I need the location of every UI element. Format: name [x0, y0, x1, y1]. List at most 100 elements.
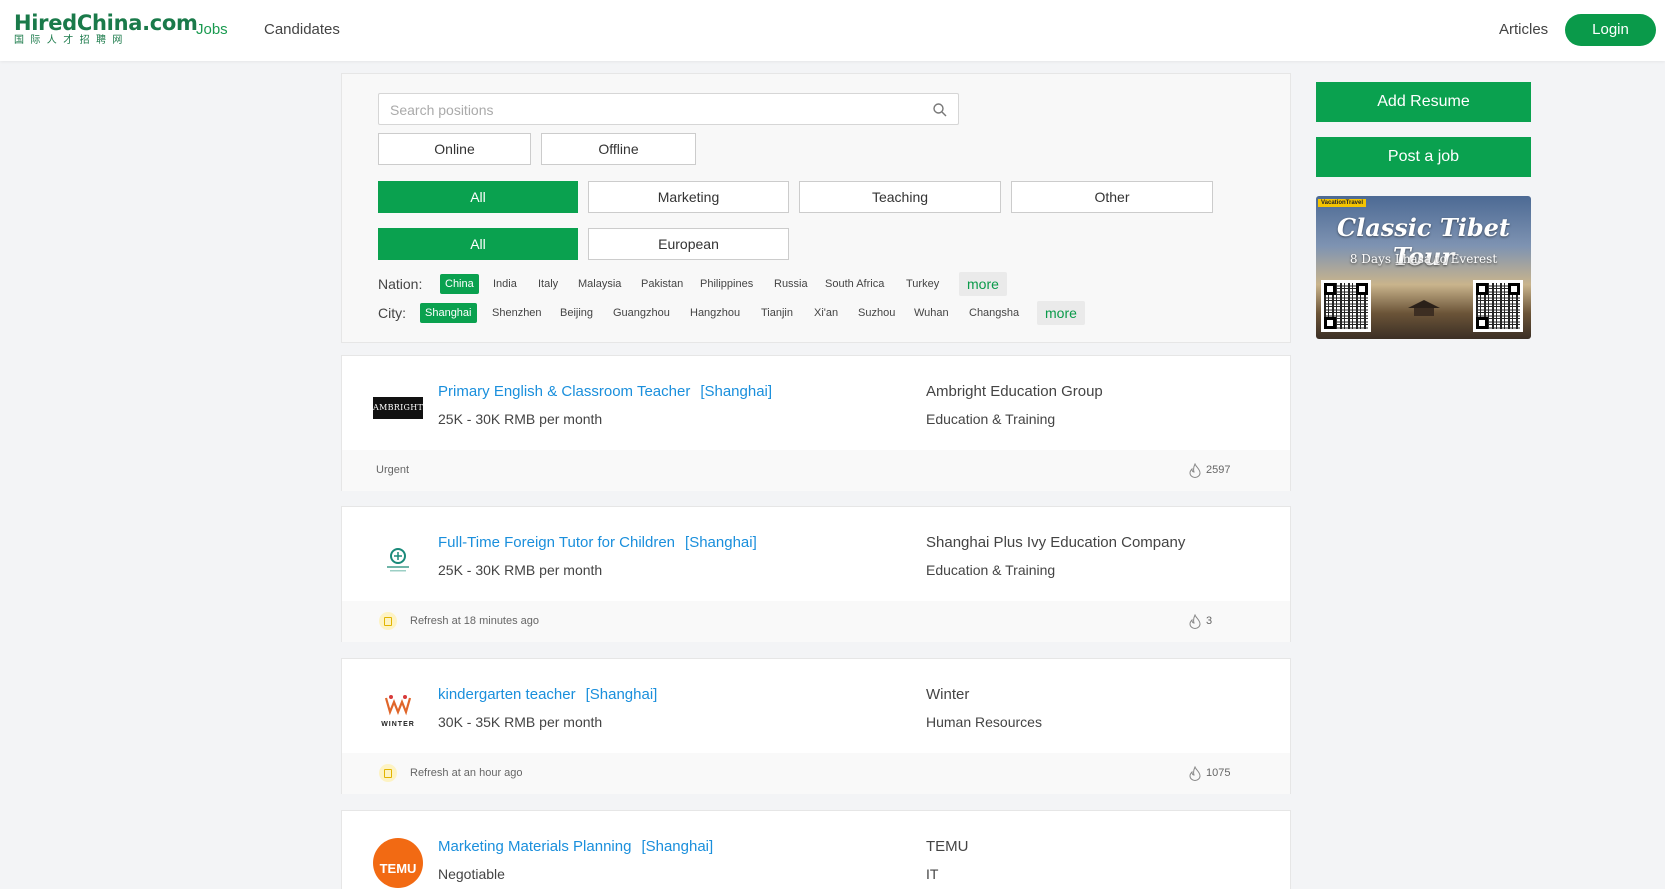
job-title[interactable]: Primary English & Classroom Teacher — [438, 383, 690, 400]
refresh-time: Refresh at an hour ago — [410, 767, 523, 779]
qr-code-icon — [1473, 280, 1523, 332]
flame-icon — [1189, 766, 1201, 781]
flame-icon — [1189, 614, 1201, 629]
city-tag[interactable]: Tianjin — [761, 303, 793, 323]
job-salary: 30K - 35K RMB per month — [438, 714, 603, 730]
add-resume-button[interactable]: Add Resume — [1316, 82, 1531, 122]
nation-tag[interactable]: South Africa — [825, 274, 884, 294]
view-count: 2597 — [1206, 464, 1231, 476]
job-title-link[interactable]: Full-Time Foreign Tutor for Children [Sha… — [438, 534, 757, 551]
city-tag[interactable]: Shanghai — [420, 303, 477, 323]
job-city[interactable]: [Shanghai] — [685, 534, 757, 551]
category-all[interactable]: All — [378, 181, 578, 213]
job-salary: 25K - 30K RMB per month — [438, 562, 603, 578]
plus-ivy-logo-icon — [387, 548, 409, 572]
company-name[interactable]: Ambright Education Group — [926, 383, 1103, 400]
nation-tag[interactable]: Russia — [774, 274, 808, 294]
category-teaching[interactable]: Teaching — [799, 181, 1001, 213]
job-city[interactable]: [Shanghai] — [586, 686, 658, 703]
nav-candidates[interactable]: Candidates — [264, 21, 340, 38]
job-title[interactable]: kindergarten teacher — [438, 686, 576, 703]
company-logo: TEMU — [373, 838, 423, 888]
nav-articles[interactable]: Articles — [1499, 21, 1548, 38]
company-logo — [373, 534, 423, 584]
city-tag[interactable]: Guangzhou — [613, 303, 670, 323]
city-tag[interactable]: Suzhou — [858, 303, 895, 323]
company-industry: Education & Training — [926, 411, 1056, 427]
nation-tag[interactable]: India — [493, 274, 517, 294]
nation-tag[interactable]: Italy — [538, 274, 558, 294]
ad-badge: VacationTravel — [1318, 199, 1367, 207]
job-card[interactable]: WINTER kindergarten teacher [Shanghai] 30… — [341, 658, 1291, 794]
nav-jobs[interactable]: Jobs — [196, 21, 228, 38]
ambright-logo-text: AMBRIGHT — [373, 397, 423, 419]
card-footer: Refresh at 18 minutes ago 3 — [342, 601, 1290, 642]
nation-tag[interactable]: China — [440, 274, 479, 294]
job-title[interactable]: Full-Time Foreign Tutor for Children — [438, 534, 675, 551]
company-industry: Human Resources — [926, 714, 1042, 730]
nation-tag[interactable]: Turkey — [906, 274, 939, 294]
ad-subtitle: 8 Days Lhasa to Everest — [1349, 252, 1498, 266]
filter-panel: Search positions Online Offline All Mark… — [341, 73, 1291, 343]
job-city[interactable]: [Shanghai] — [641, 838, 713, 855]
filter-online[interactable]: Online — [378, 133, 531, 165]
job-card[interactable]: Full-Time Foreign Tutor for Children [Sha… — [341, 506, 1291, 642]
nation-tag[interactable]: Malaysia — [578, 274, 621, 294]
job-salary: 25K - 30K RMB per month — [438, 411, 603, 427]
temple-illustration — [1408, 300, 1440, 316]
search-input[interactable]: Search positions — [378, 93, 959, 125]
flame-icon — [1189, 463, 1201, 478]
city-tag[interactable]: Changsha — [969, 303, 1019, 323]
winter-logo-icon — [384, 695, 412, 716]
city-tag[interactable]: Beijing — [560, 303, 593, 323]
temu-logo-text: TEMU — [373, 838, 423, 888]
nation-tag[interactable]: Philippines — [700, 274, 753, 294]
qr-code-icon — [1321, 280, 1371, 332]
city-tag[interactable]: Wuhan — [914, 303, 949, 323]
company-logo: WINTER — [373, 686, 423, 736]
nation-tag[interactable]: Pakistan — [641, 274, 683, 294]
category-marketing[interactable]: Marketing — [588, 181, 789, 213]
category-other[interactable]: Other — [1011, 181, 1213, 213]
company-industry: IT — [926, 866, 939, 882]
job-card[interactable]: TEMU Marketing Materials Planning [Shangh… — [341, 810, 1291, 889]
winter-logo-text: WINTER — [381, 721, 415, 728]
company-industry: Education & Training — [926, 562, 1056, 578]
tibet-tour-ad[interactable]: VacationTravel Classic Tibet Tour 8 Days… — [1316, 196, 1531, 339]
card-footer: Urgent 2597 — [342, 450, 1290, 491]
nation-label: Nation: — [378, 276, 423, 292]
city-tag[interactable]: Hangzhou — [690, 303, 740, 323]
card-footer: Refresh at an hour ago 1075 — [342, 753, 1290, 794]
nation-more-button[interactable]: more — [959, 272, 1007, 296]
job-title-link[interactable]: Primary English & Classroom Teacher [Shan… — [438, 383, 772, 400]
city-more-button[interactable]: more — [1037, 301, 1085, 325]
search-placeholder: Search positions — [390, 102, 494, 118]
region-all[interactable]: All — [378, 228, 578, 260]
view-count: 3 — [1206, 615, 1213, 627]
logo-text: HiredChina.com — [14, 11, 198, 35]
company-logo: AMBRIGHT — [373, 383, 423, 433]
refresh-icon — [379, 612, 397, 630]
refresh-icon — [379, 764, 397, 782]
login-button[interactable]: Login — [1565, 14, 1656, 46]
filter-offline[interactable]: Offline — [541, 133, 696, 165]
urgent-label: Urgent — [376, 464, 410, 476]
city-tag[interactable]: Xi'an — [814, 303, 838, 323]
region-european[interactable]: European — [588, 228, 789, 260]
company-name[interactable]: TEMU — [926, 838, 969, 855]
refresh-time: Refresh at 18 minutes ago — [410, 615, 540, 627]
city-tag[interactable]: Shenzhen — [492, 303, 542, 323]
city-label: City: — [378, 305, 406, 321]
site-logo[interactable]: HiredChina.com 国际人才招聘网 — [14, 12, 198, 47]
job-title-link[interactable]: Marketing Materials Planning [Shanghai] — [438, 838, 713, 855]
top-header: HiredChina.com 国际人才招聘网 Jobs Candidates A… — [0, 0, 1665, 61]
job-card[interactable]: AMBRIGHT Primary English & Classroom Tea… — [341, 355, 1291, 491]
job-title[interactable]: Marketing Materials Planning — [438, 838, 631, 855]
company-name[interactable]: Winter — [926, 686, 969, 703]
job-city[interactable]: [Shanghai] — [700, 383, 772, 400]
search-icon[interactable] — [932, 102, 948, 118]
job-title-link[interactable]: kindergarten teacher [Shanghai] — [438, 686, 657, 703]
job-salary: Negotiable — [438, 866, 505, 882]
company-name[interactable]: Shanghai Plus Ivy Education Company — [926, 534, 1185, 551]
post-job-button[interactable]: Post a job — [1316, 137, 1531, 177]
